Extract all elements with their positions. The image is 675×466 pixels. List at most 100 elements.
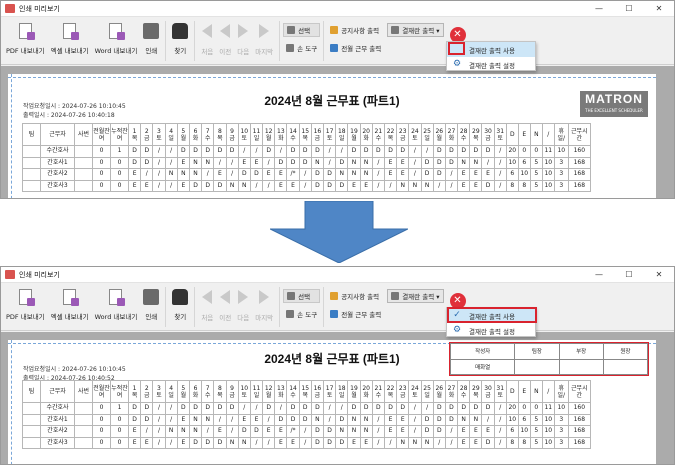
column-header: 전월잔여 <box>92 380 111 403</box>
full-month-print-button[interactable]: 전월 근무 출력 <box>327 307 384 321</box>
table-cell: / <box>152 156 166 169</box>
approval-director-label: 원장 <box>602 343 649 360</box>
table-cell: D <box>127 156 142 169</box>
table-cell <box>74 402 93 415</box>
table-cell: / <box>408 156 422 169</box>
table-cell: 0 <box>517 145 531 158</box>
table-cell: 5 <box>529 156 543 169</box>
print-button[interactable]: 인쇄 <box>143 287 160 321</box>
table-cell: N <box>176 168 190 181</box>
word-export-button[interactable]: Word 내보내기 <box>95 287 137 321</box>
binoculars-icon <box>172 289 189 305</box>
last-page-button[interactable]: 마지막 <box>255 21 273 56</box>
notice-print-button[interactable]: 공지사항 출력 <box>327 289 384 303</box>
word-icon <box>109 289 126 306</box>
select-tool-button[interactable]: 선택 <box>283 23 321 37</box>
table-cell: 간호사2 <box>40 168 75 181</box>
menu-item-approval-settings[interactable]: ⚙ 결재란 출력 설정 <box>447 57 535 72</box>
table-row: 간호사3 0 0 E E / / E D D D N N / / E E / D D D E E / / N N N / / E E D/8 8 5… <box>22 436 591 449</box>
column-header: E <box>517 380 531 403</box>
close-window-button[interactable]: ✕ <box>644 1 674 17</box>
menu-item-approval-settings[interactable]: ⚙ 결재란 출력 설정 <box>447 323 535 338</box>
table-cell: D <box>237 168 251 181</box>
table-cell: D <box>481 436 495 449</box>
table-cell: E <box>274 168 288 181</box>
table-cell: D <box>298 145 312 158</box>
table-cell: / <box>493 156 507 169</box>
next-page-button[interactable]: 다음 <box>237 287 249 322</box>
table-cell: D <box>213 145 227 158</box>
table-cell: / <box>322 402 337 415</box>
column-header: 17 토 <box>322 123 337 146</box>
approval-dropdown[interactable]: 결재란 출력 ▾ <box>387 23 444 37</box>
find-button[interactable]: 찾기 <box>172 287 189 321</box>
column-header: 휴일/ <box>553 380 569 403</box>
schedule-table: 팀 근무자 사번 전월잔여 누적잔여 1 목2 금3 토4 일5 월6 화7 수8 목9 … <box>22 380 591 449</box>
column-header: 누적잔여 <box>110 123 129 146</box>
table-cell: D <box>481 402 495 415</box>
table-cell: / <box>164 179 178 192</box>
column-header: 27 화 <box>444 123 459 146</box>
print-button[interactable]: 인쇄 <box>143 21 160 55</box>
table-cell: D <box>335 436 349 449</box>
table-cell: 0 <box>529 145 543 158</box>
table-cell: / <box>298 179 312 192</box>
table-cell: D <box>481 145 495 158</box>
column-header: 31 토 <box>493 380 507 403</box>
pdf-export-button[interactable]: PDF 내보내기 <box>6 21 45 55</box>
table-cell: N <box>457 413 471 426</box>
column-header: 4 일 <box>164 380 178 403</box>
table-cell: D <box>359 145 373 158</box>
column-header: 근무자 <box>40 380 75 403</box>
table-cell: D <box>176 402 190 415</box>
minimize-button[interactable]: — <box>584 267 614 283</box>
table-cell: / <box>152 168 166 181</box>
table-cell: D <box>481 179 495 192</box>
next-page-button[interactable]: 다음 <box>237 21 249 56</box>
table-cell: 10 <box>541 413 555 426</box>
column-header: 17 토 <box>322 380 337 403</box>
ribbon: PDF 내보내기 엑셀 내보내기 Word 내보내기 인쇄 찾기 처음 이전 다… <box>1 283 674 331</box>
table-cell: D <box>432 402 446 415</box>
prev-page-button[interactable]: 이전 <box>219 287 231 322</box>
column-header: 누적잔여 <box>110 380 129 403</box>
table-cell: D <box>457 145 471 158</box>
column-header: 30 금 <box>481 123 495 146</box>
column-header: 15 목 <box>298 123 312 146</box>
table-cell: E <box>237 413 251 426</box>
excel-export-button[interactable]: 엑셀 내보내기 <box>51 287 89 321</box>
table-cell: 6 <box>517 413 531 426</box>
first-page-button[interactable]: 처음 <box>201 21 213 56</box>
table-cell: D <box>420 168 434 181</box>
notice-print-button[interactable]: 공지사항 출력 <box>327 23 384 37</box>
table-cell: 8 <box>517 436 531 449</box>
hand-tool-button[interactable]: 손 도구 <box>283 41 320 55</box>
table-cell: E <box>249 413 264 426</box>
pdf-export-button[interactable]: PDF 내보내기 <box>6 287 45 321</box>
table-cell: / <box>298 425 312 438</box>
table-cell: / <box>408 402 422 415</box>
select-tool-button[interactable]: 선택 <box>283 289 321 303</box>
maximize-button[interactable]: ☐ <box>614 1 644 17</box>
table-cell: 10 <box>553 145 569 158</box>
excel-export-button[interactable]: 엑셀 내보내기 <box>51 21 89 55</box>
first-page-button[interactable]: 처음 <box>201 287 213 322</box>
maximize-button[interactable]: ☐ <box>614 267 644 283</box>
table-cell: D <box>432 145 446 158</box>
table-cell <box>22 402 41 415</box>
word-export-button[interactable]: Word 내보내기 <box>95 21 137 55</box>
prev-page-button[interactable]: 이전 <box>219 21 231 56</box>
table-cell: / <box>371 168 385 181</box>
table-cell: E <box>140 179 154 192</box>
approval-dropdown[interactable]: 결재란 출력 ▾ <box>387 289 444 303</box>
find-button[interactable]: 찾기 <box>172 21 189 55</box>
close-window-button[interactable]: ✕ <box>644 267 674 283</box>
table-cell: 5 <box>529 436 543 449</box>
full-month-print-button[interactable]: 전월 근무 출력 <box>327 41 384 55</box>
table-cell: N <box>188 425 203 438</box>
hand-tool-button[interactable]: 손 도구 <box>283 307 320 321</box>
table-cell: / <box>140 168 154 181</box>
approval-box: 작성자 팀장 부장 원장 매화열 <box>449 342 649 376</box>
last-page-button[interactable]: 마지막 <box>255 287 273 322</box>
minimize-button[interactable]: — <box>584 1 614 17</box>
